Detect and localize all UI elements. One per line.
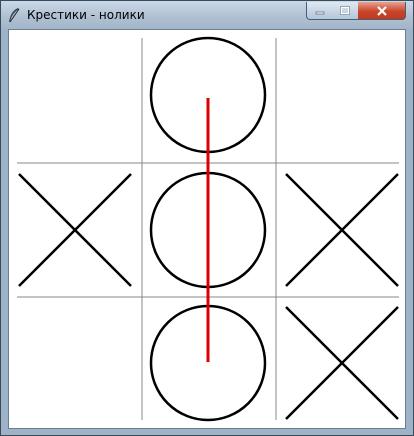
minimize-button[interactable] bbox=[306, 2, 333, 20]
maximize-icon bbox=[340, 5, 350, 15]
app-window: Крестики - нолики bbox=[0, 0, 414, 436]
window-title: Крестики - нолики bbox=[27, 8, 145, 22]
maximize-button[interactable] bbox=[332, 2, 359, 20]
game-canvas[interactable] bbox=[8, 29, 406, 429]
board-cell[interactable] bbox=[276, 30, 405, 163]
title-bar[interactable]: Крестики - нолики bbox=[1, 1, 413, 29]
feather-icon bbox=[9, 8, 20, 23]
board-cell[interactable] bbox=[9, 30, 142, 163]
close-icon bbox=[376, 5, 387, 16]
tic-tac-toe-board[interactable] bbox=[9, 30, 405, 428]
minimize-icon bbox=[315, 11, 324, 14]
board-cell[interactable] bbox=[9, 297, 142, 428]
close-button[interactable] bbox=[358, 2, 406, 20]
